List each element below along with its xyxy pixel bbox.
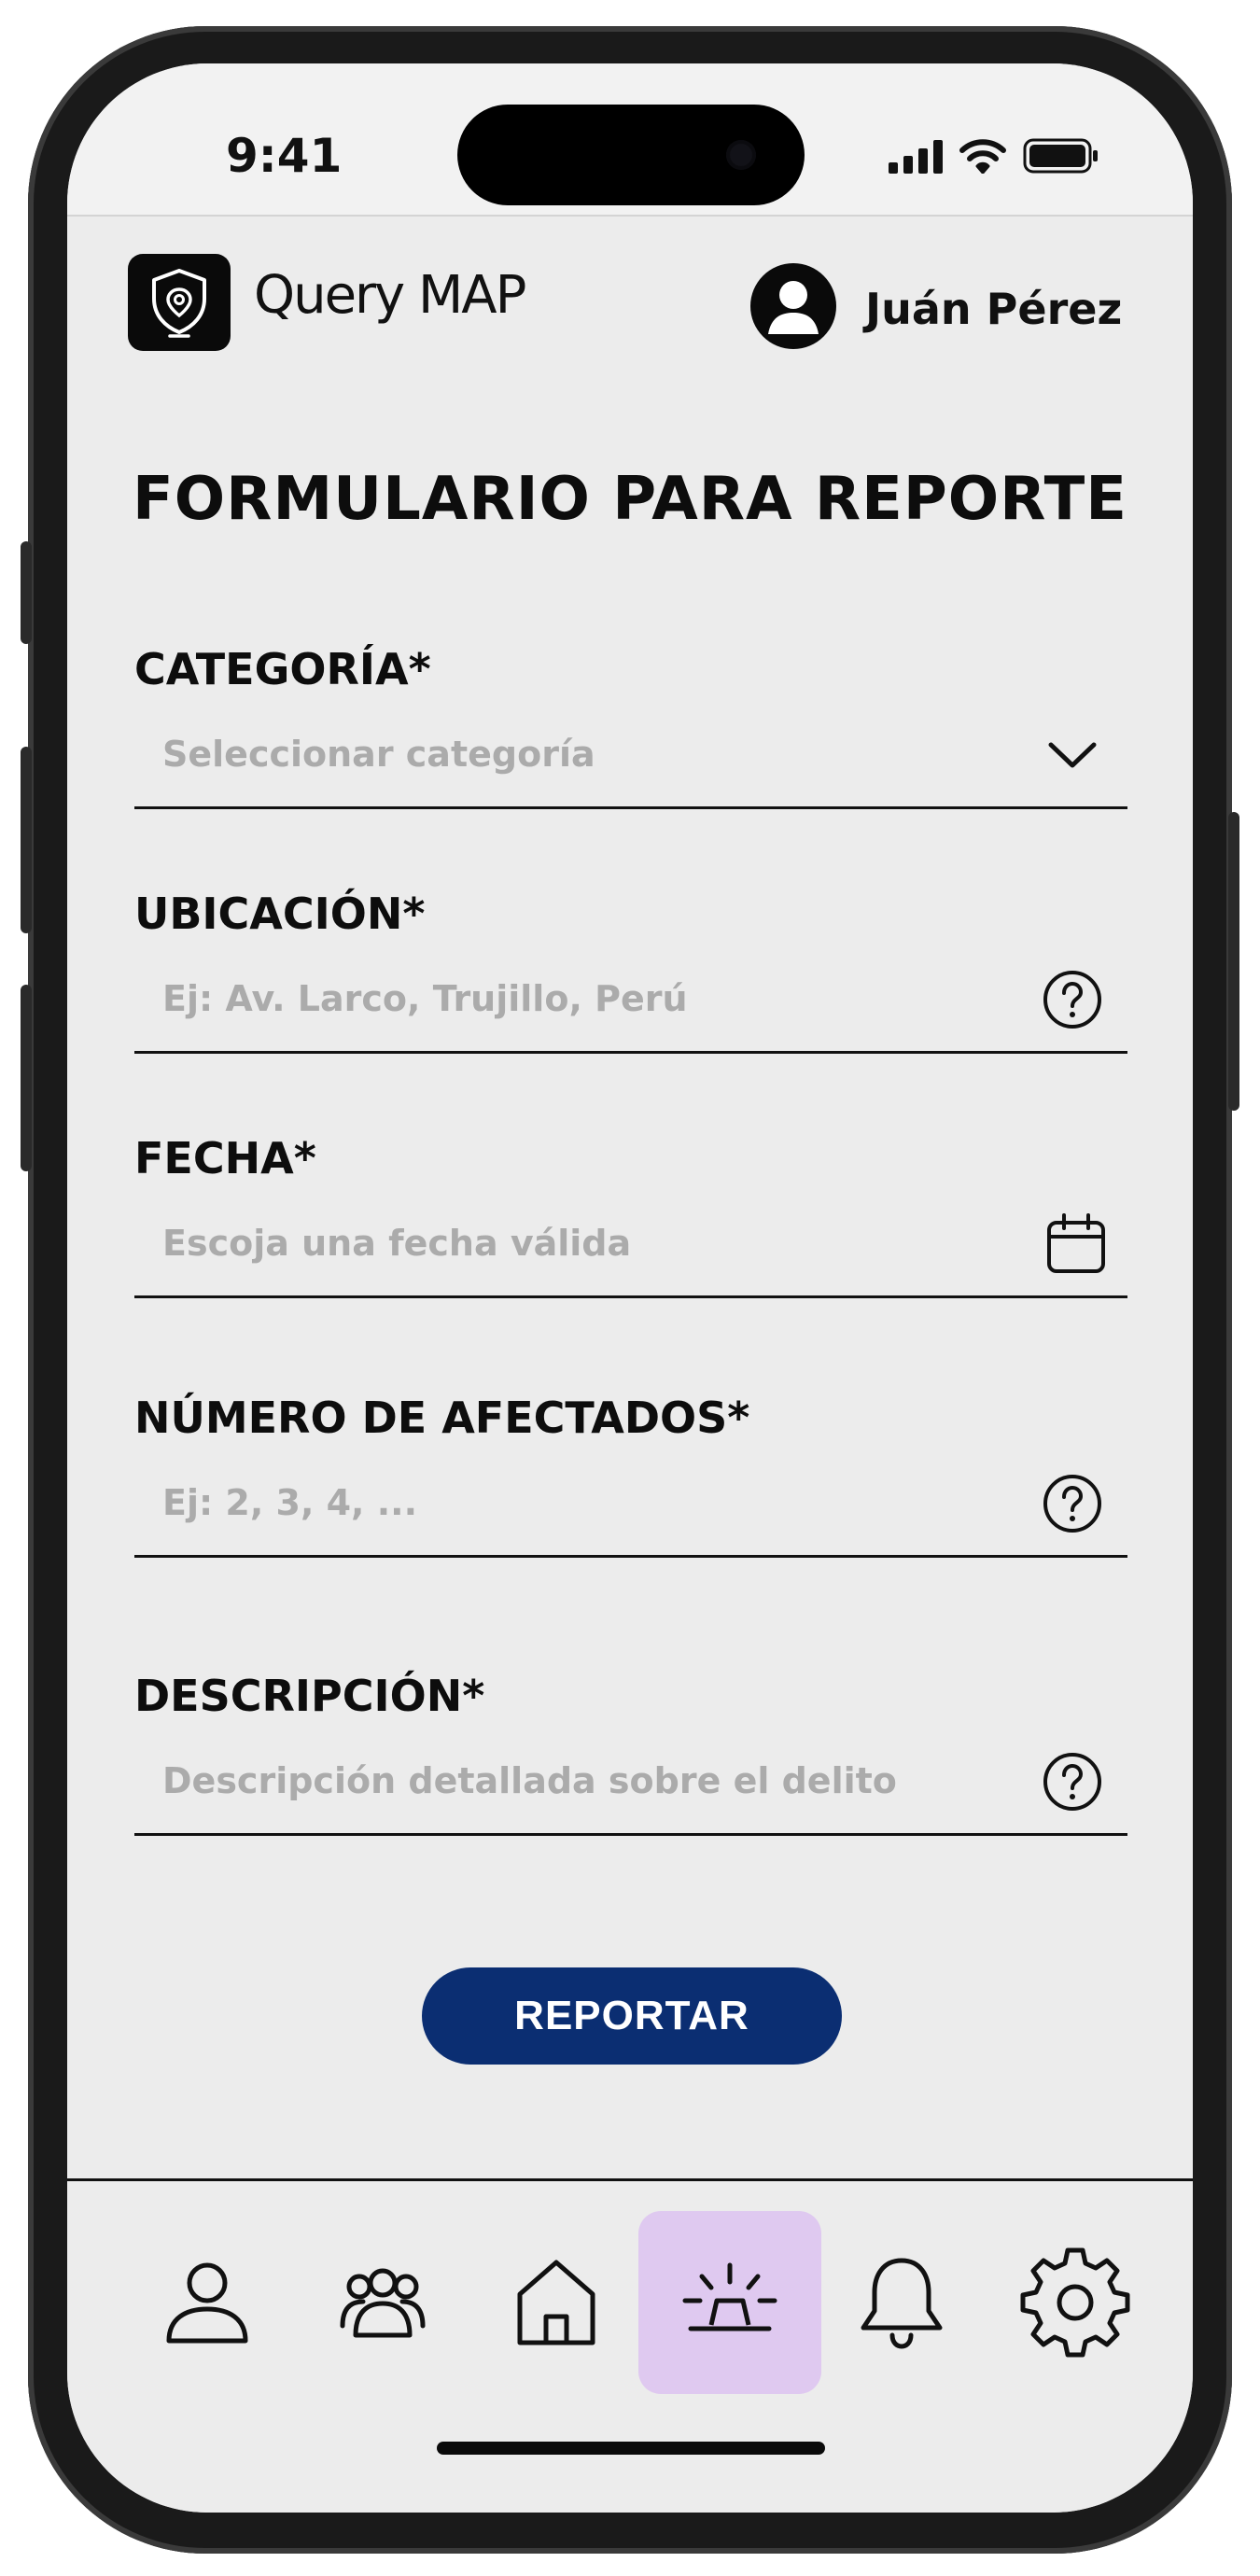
app-header: Query MAP Juán Pérez: [67, 215, 1193, 373]
category-label: CATEGORÍA*: [134, 644, 431, 694]
category-placeholder: Seleccionar categoría: [162, 734, 595, 775]
home-indicator[interactable]: [437, 2442, 825, 2455]
front-camera: [726, 140, 756, 170]
app-logo: [128, 254, 231, 351]
cellular-signal-icon: [889, 140, 943, 174]
status-icons: [889, 131, 1099, 174]
user-avatar-icon[interactable]: [750, 263, 836, 349]
date-input[interactable]: Escoja una fecha válida: [134, 1211, 1127, 1298]
dynamic-island: [457, 105, 805, 205]
shield-location-icon: [152, 269, 206, 338]
date-placeholder: Escoja una fecha válida: [162, 1223, 632, 1264]
app-brand-name: Query MAP: [254, 265, 526, 326]
form-title: FORMULARIO PARA REPORTE: [133, 465, 1127, 534]
power-button: [1228, 812, 1239, 1111]
wifi-icon: [959, 139, 1006, 174]
tab-home[interactable]: [465, 2211, 648, 2394]
affected-count-label: NÚMERO DE AFECTADOS*: [134, 1393, 750, 1443]
battery-icon: [1023, 138, 1098, 174]
alarm-siren-icon: [682, 2262, 777, 2331]
tab-notifications[interactable]: [810, 2211, 993, 2394]
description-placeholder: Descripción detallada sobre el delito: [162, 1760, 897, 1801]
help-circle-icon[interactable]: [1040, 1471, 1105, 1536]
group-icon: [340, 2268, 426, 2338]
help-circle-icon[interactable]: [1040, 967, 1105, 1032]
help-circle-icon[interactable]: [1040, 1749, 1105, 1814]
tab-community[interactable]: [291, 2211, 474, 2394]
date-label: FECHA*: [134, 1133, 316, 1183]
location-input[interactable]: Ej: Av. Larco, Trujillo, Perú: [134, 967, 1127, 1054]
user-icon: [166, 2262, 248, 2344]
status-time: 9:41: [226, 129, 343, 183]
description-input[interactable]: Descripción detallada sobre el delito: [134, 1749, 1127, 1836]
affected-count-input[interactable]: Ej: 2, 3, 4, ...: [134, 1471, 1127, 1558]
affected-count-field: NÚMERO DE AFECTADOS* Ej: 2, 3, 4, ...: [134, 1393, 1127, 1558]
category-select[interactable]: Seleccionar categoría: [134, 722, 1127, 809]
location-field: UBICACIÓN* Ej: Av. Larco, Trujillo, Perú: [134, 889, 1127, 1054]
category-field: CATEGORÍA* Seleccionar categoría: [134, 644, 1127, 809]
description-field: DESCRIPCIÓN* Descripción detallada sobre…: [134, 1671, 1127, 1836]
home-icon: [517, 2260, 595, 2345]
gear-icon: [1020, 2247, 1130, 2358]
location-label: UBICACIÓN*: [134, 889, 426, 939]
volume-up-button: [21, 747, 32, 933]
description-label: DESCRIPCIÓN*: [134, 1671, 485, 1721]
tab-report[interactable]: [638, 2211, 821, 2394]
volume-down-button: [21, 985, 32, 1171]
bell-icon: [861, 2258, 943, 2349]
silent-switch: [21, 541, 32, 644]
report-submit-button[interactable]: REPORTAR: [422, 1967, 842, 2065]
bottom-tab-bar: [67, 2178, 1193, 2513]
chevron-down-icon[interactable]: [1040, 722, 1105, 788]
affected-count-placeholder: Ej: 2, 3, 4, ...: [162, 1482, 418, 1523]
user-name[interactable]: Juán Pérez: [865, 284, 1122, 334]
tab-settings[interactable]: [984, 2211, 1167, 2394]
calendar-icon[interactable]: [1043, 1211, 1109, 1277]
location-placeholder: Ej: Av. Larco, Trujillo, Perú: [162, 978, 688, 1019]
tab-profile[interactable]: [116, 2211, 299, 2394]
screen: 9:41 Query MAP Juán Pérez FORMULARIO PAR…: [67, 63, 1193, 2513]
date-field: FECHA* Escoja una fecha válida: [134, 1133, 1127, 1298]
status-bar: 9:41: [67, 63, 1193, 217]
